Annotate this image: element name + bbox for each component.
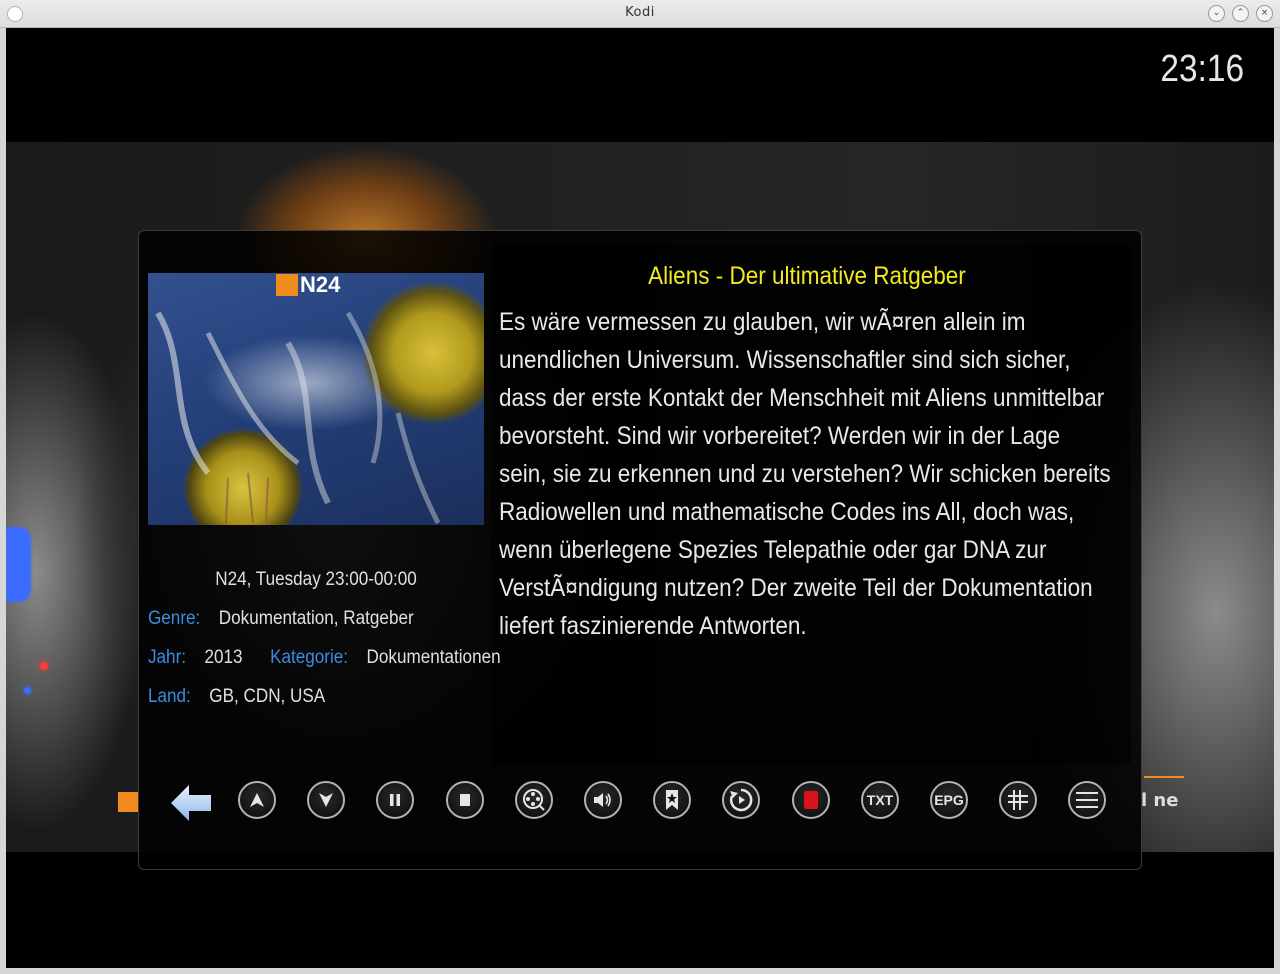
skip-down-button[interactable]	[307, 781, 345, 819]
channel-grid-button[interactable]	[999, 781, 1037, 819]
country-value: GB, CDN, USA	[209, 686, 326, 707]
video-red-led	[40, 662, 48, 670]
country-label: Land:	[148, 686, 191, 707]
country-row: Land: GB, CDN, USA	[148, 686, 325, 708]
video-ticker-line	[1144, 776, 1184, 778]
window-title: Kodi	[625, 5, 655, 20]
window-titlebar: Kodi ⌄ ⌃ ×	[0, 0, 1280, 28]
video-channel-logo	[118, 792, 138, 812]
stop-button[interactable]	[446, 781, 484, 819]
pause-icon	[390, 794, 400, 806]
skip-up-button[interactable]	[238, 781, 276, 819]
genre-value: Dokumentation, Ratgeber	[218, 608, 414, 629]
video-blue-led	[24, 687, 31, 694]
epg-button[interactable]: EPG	[930, 781, 968, 819]
video-settings-button[interactable]	[515, 781, 553, 819]
film-reel-icon	[523, 789, 545, 811]
channel-time: N24, Tuesday 23:00-00:00	[215, 569, 417, 590]
clock: 23:16	[1160, 48, 1244, 90]
teletext-label: TXT	[866, 792, 894, 808]
year-category-row: Jahr: 2013 Kategorie: Dokumentationen	[148, 647, 501, 669]
teletext-button[interactable]: TXT	[861, 781, 899, 819]
year-value: 2013	[204, 647, 243, 668]
pause-button[interactable]	[376, 781, 414, 819]
video-ticker-text: l ne	[1141, 790, 1179, 811]
program-title: Aliens - Der ultimative Ratgeber	[648, 262, 966, 290]
category-value: Dokumentationen	[366, 647, 501, 668]
program-description: Es wäre vermessen zu glauben, wir wÃ¤ren…	[499, 308, 1111, 640]
chevron-down-icon	[319, 793, 333, 807]
player-controls: TXT EPG	[139, 779, 1141, 829]
chevron-up-icon	[250, 793, 264, 807]
jellyfish-tentacles	[155, 311, 441, 525]
back-arrow-button[interactable]	[169, 781, 213, 825]
maximize-button[interactable]: ⌃	[1232, 5, 1249, 22]
speaker-icon	[594, 793, 611, 807]
audio-settings-button[interactable]	[584, 781, 622, 819]
epg-label: EPG	[934, 792, 964, 808]
bookmark-button[interactable]	[653, 781, 691, 819]
replay-button[interactable]	[722, 781, 760, 819]
stop-icon	[460, 794, 470, 806]
video-blue-light	[6, 527, 31, 602]
year-label: Jahr:	[148, 647, 187, 668]
program-info-dialog: N24 N24, Tuesday 23:00-00:00 Genre: Doku…	[138, 230, 1142, 870]
minimize-button[interactable]: ⌄	[1208, 5, 1225, 22]
genre-row: Genre: Dokumentation, Ratgeber	[148, 608, 414, 630]
genre-label: Genre:	[148, 608, 201, 629]
bookmark-star-icon	[666, 790, 678, 810]
program-thumbnail: N24	[148, 273, 484, 525]
grid-icon	[1008, 790, 1028, 810]
category-label: Kategorie:	[270, 647, 349, 668]
replay-icon	[729, 788, 753, 812]
kodi-viewport: l ne 23:16 N24 N24, Tuesday 23:00-00:00 …	[6, 28, 1274, 968]
record-icon	[804, 791, 818, 809]
close-button[interactable]: ×	[1256, 5, 1273, 22]
menu-button[interactable]	[1068, 781, 1106, 819]
record-button[interactable]	[792, 781, 830, 819]
hamburger-menu-icon	[1076, 792, 1098, 808]
